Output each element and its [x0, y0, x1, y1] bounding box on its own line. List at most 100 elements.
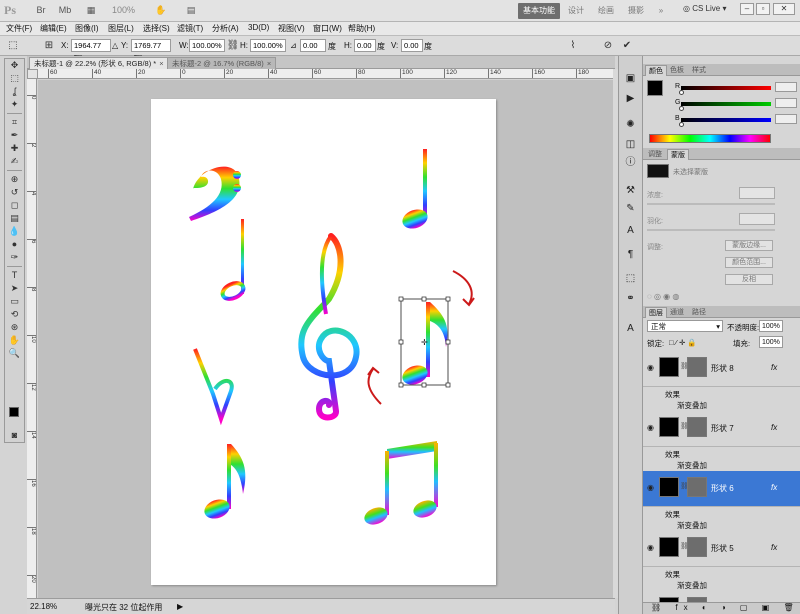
paragraph-icon[interactable]: ¶ — [623, 248, 638, 261]
shape-icon[interactable]: ▭ — [5, 295, 24, 308]
crop-icon[interactable]: ⌗ — [5, 116, 24, 129]
layer-effects-label[interactable]: 效果 — [665, 569, 680, 580]
cs-live-button[interactable]: ◎ CS Live ▾ — [683, 4, 726, 13]
vertical-ruler[interactable]: 0 2 4 6 8 10 12 14 16 18 20 — [27, 79, 37, 599]
marquee-icon[interactable]: ⬚ — [5, 72, 24, 85]
x-field[interactable]: 1964.77 px — [71, 39, 111, 61]
character-icon[interactable]: A — [623, 224, 638, 237]
mask-edge-button[interactable]: 蒙版边缘... — [725, 240, 773, 251]
3d-rotate-icon[interactable]: ⟲ — [5, 308, 24, 321]
eyedropper-icon[interactable]: ✒ — [5, 129, 24, 142]
color-range-button[interactable]: 颜色范围... — [725, 257, 773, 268]
mini-bridge-button[interactable]: Mb — [54, 3, 76, 18]
layer-row[interactable]: ◉ ⛓ 形状 5 fx — [643, 531, 800, 567]
3d-panel-icon[interactable]: ⬚ — [623, 272, 638, 285]
path-select-icon[interactable]: ➤ — [5, 282, 24, 295]
fill-field[interactable]: 100% — [759, 336, 783, 348]
gradient-overlay-effect[interactable]: 渐变叠加 — [677, 580, 707, 591]
warp-icon[interactable]: ⌇ — [566, 39, 580, 52]
menu-filter[interactable]: 滤镜(T) — [177, 23, 203, 34]
close-icon[interactable]: × — [159, 59, 163, 68]
magic-wand-icon[interactable]: ✦ — [5, 98, 24, 111]
brush-panel-icon[interactable]: ✺ — [623, 118, 638, 131]
actions-icon[interactable]: ▶ — [623, 92, 638, 105]
notes-icon[interactable]: ✎ — [623, 202, 638, 215]
commit-transform-icon[interactable]: ✔ — [620, 39, 634, 52]
vskew-field[interactable]: 0.00 — [401, 39, 423, 52]
grid-view-icon[interactable]: ▦ — [80, 3, 102, 18]
tab-channels[interactable]: 通道 — [667, 307, 687, 318]
tab-document-1[interactable]: 未标题-1 @ 22.2% (形状 6, RGB/8) * × — [29, 57, 169, 69]
height-field[interactable]: 100.00% — [250, 39, 286, 52]
density-slider[interactable] — [647, 203, 775, 205]
feather-field[interactable] — [739, 213, 775, 225]
healing-brush-icon[interactable]: ✚ — [5, 142, 24, 155]
lasso-icon[interactable]: ʆ — [5, 85, 24, 98]
opacity-field[interactable]: 100% — [759, 320, 783, 332]
layer-effects-label[interactable]: 效果 — [665, 509, 680, 520]
gradient-icon[interactable]: ▤ — [5, 212, 24, 225]
blend-mode-select[interactable]: 正常 ▾ — [647, 320, 723, 332]
document-canvas[interactable]: ✛ — [151, 99, 496, 585]
feather-slider[interactable] — [647, 229, 775, 231]
g-slider[interactable] — [681, 102, 771, 106]
tab-swatches[interactable]: 色板 — [667, 65, 687, 76]
workspace-painting[interactable]: 绘画 — [594, 3, 618, 19]
flat-sign-shape[interactable] — [193, 348, 234, 426]
menu-image[interactable]: 图像(I) — [75, 23, 99, 34]
menu-edit[interactable]: 编辑(E) — [40, 23, 67, 34]
hand-icon[interactable]: ✋ — [5, 334, 24, 347]
reference-point-icon[interactable]: ⊞ — [42, 39, 56, 52]
animation-icon[interactable]: ⚭ — [623, 292, 638, 305]
menu-file[interactable]: 文件(F) — [6, 23, 32, 34]
lock-icons[interactable]: □ ⁄ ✛ 🔒 — [669, 338, 697, 347]
restore-button[interactable]: ▫ — [756, 3, 770, 15]
layer-effects-label[interactable]: 效果 — [665, 449, 680, 460]
minimize-button[interactable]: – — [740, 3, 754, 15]
link-icon[interactable]: ⛓ — [226, 39, 240, 52]
color-spectrum-ramp[interactable] — [649, 134, 771, 143]
eraser-icon[interactable]: ◻ — [5, 199, 24, 212]
horizontal-ruler[interactable]: 604020020406080100120140160180200 — [38, 69, 613, 79]
history-brush-icon[interactable]: ↺ — [5, 186, 24, 199]
g-value[interactable] — [775, 98, 797, 108]
menu-analysis[interactable]: 分析(A) — [212, 23, 239, 34]
cancel-transform-icon[interactable]: ⊘ — [601, 39, 615, 52]
eighth-note-lower-shape[interactable] — [202, 444, 246, 522]
blur-icon[interactable]: 💧 — [5, 225, 24, 238]
bass-clef-shape[interactable] — [189, 166, 241, 221]
3d-orbit-icon[interactable]: ⊛ — [5, 321, 24, 334]
tab-styles[interactable]: 样式 — [689, 65, 709, 76]
layer-effects-label[interactable]: 效果 — [665, 389, 680, 400]
y-field[interactable]: 1769.77 px — [131, 39, 171, 61]
tool-preset-icon[interactable]: ⬚ — [6, 39, 20, 52]
r-slider-knob[interactable] — [679, 90, 684, 95]
r-value[interactable] — [775, 82, 797, 92]
quarter-note-upper-shape[interactable] — [400, 149, 431, 232]
info-icon[interactable]: ⓘ — [623, 156, 638, 169]
eye-icon[interactable]: ◉ — [647, 483, 654, 492]
type-icon[interactable]: T — [5, 269, 24, 282]
tab-color[interactable]: 颜色 — [645, 65, 667, 76]
history-icon[interactable]: ▣ — [623, 72, 638, 85]
g-slider-knob[interactable] — [679, 106, 684, 111]
fx-icon[interactable]: fx — [771, 483, 777, 492]
menu-layer[interactable]: 图层(L) — [108, 23, 134, 34]
foreground-color-swatch[interactable] — [9, 407, 19, 417]
bridge-button[interactable]: Br — [30, 3, 52, 18]
density-field[interactable] — [739, 187, 775, 199]
width-field[interactable]: 100.00% — [189, 39, 225, 52]
tab-document-2[interactable]: 未标题-2 @ 16.7% (RGB/8) × — [167, 57, 277, 69]
hand-tool-icon[interactable]: ✋ — [150, 3, 172, 18]
menu-view[interactable]: 视图(V) — [278, 23, 305, 34]
menu-help[interactable]: 帮助(H) — [348, 23, 375, 34]
zoom-dropdown[interactable]: 100% — [112, 5, 135, 15]
workspace-photography[interactable]: 摄影 — [624, 3, 648, 19]
eye-icon[interactable]: ◉ — [647, 543, 654, 552]
ruler-origin[interactable] — [27, 69, 38, 79]
clone-stamp-icon[interactable]: ⊕ — [5, 173, 24, 186]
tab-adjustments[interactable]: 调整 — [645, 149, 665, 160]
arrange-documents-icon[interactable]: ▤ — [180, 3, 202, 18]
r-slider[interactable] — [681, 86, 771, 90]
half-note-shape[interactable] — [220, 219, 246, 302]
